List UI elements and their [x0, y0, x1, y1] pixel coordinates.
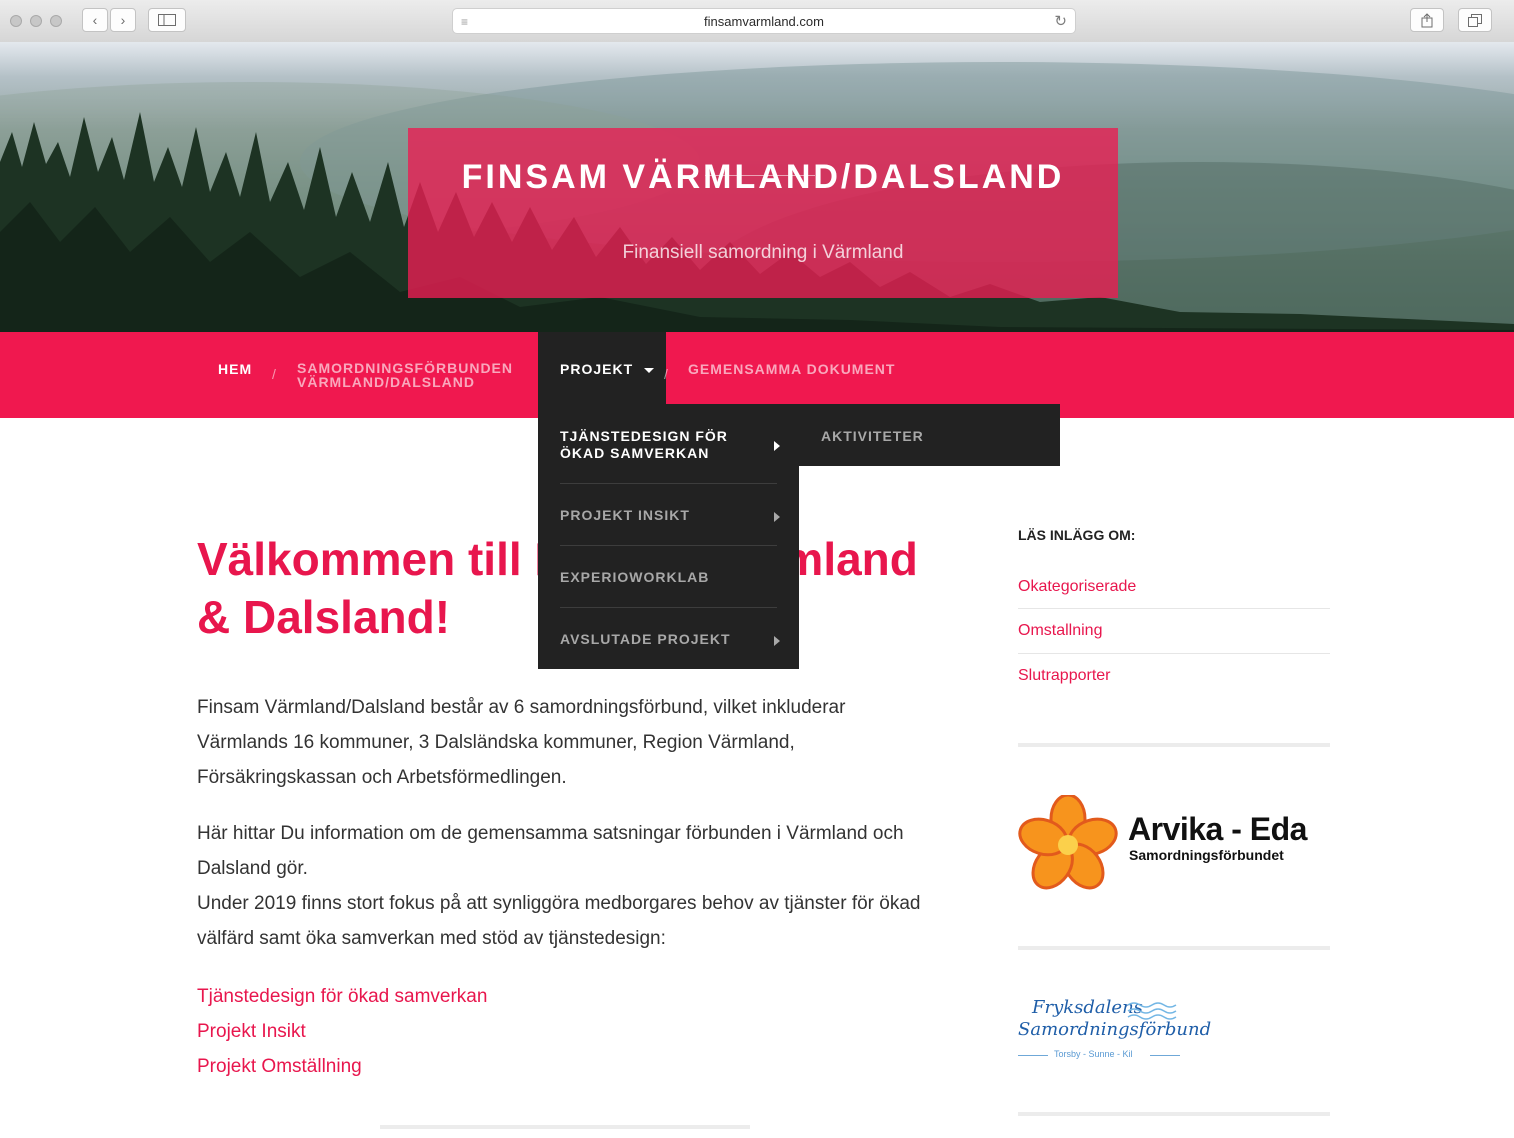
sidebar-section-divider: [1018, 946, 1330, 950]
content-divider: [380, 1125, 750, 1129]
site-tagline: Finansiell samordning i Värmland: [622, 242, 904, 263]
dropdown-item-tjanstedesign[interactable]: TJÄNSTEDESIGN FÖR ÖKAD SAMVERKAN: [560, 428, 777, 462]
sidebar-divider: [1018, 653, 1330, 654]
back-button[interactable]: ‹: [82, 8, 108, 32]
arvika-eda-sub: Samordningsförbundet: [1129, 847, 1284, 863]
nav-item-label: PROJEKT: [560, 361, 634, 377]
arvika-eda-name: Arvika - Eda: [1128, 811, 1307, 847]
tjanstedesign-submenu: AKTIVITETER: [799, 404, 1060, 466]
link-tjanstedesign[interactable]: Tjänstedesign för ökad samverkan: [197, 979, 487, 1014]
fryksdalens-towns-line: [1018, 1055, 1048, 1056]
dropdown-item-label: ÖKAD SAMVERKAN: [560, 445, 710, 461]
nav-item-label: SAMORDNINGSFÖRBUNDEN: [297, 360, 513, 376]
sidebar-divider: [1018, 608, 1330, 609]
fryksdalens-towns: Torsby - Sunne - Kil: [1054, 1049, 1133, 1059]
submenu-item-aktiviteter[interactable]: AKTIVITETER: [821, 428, 1038, 445]
dropdown-item-projekt-insikt[interactable]: PROJEKT INSIKT: [560, 507, 777, 524]
tabs-icon: [1468, 13, 1482, 27]
arvika-eda-logo[interactable]: Arvika - Eda Samordningsförbundet: [1018, 795, 1318, 895]
projekt-dropdown-menu: TJÄNSTEDESIGN FÖR ÖKAD SAMVERKAN PROJEKT…: [538, 404, 799, 669]
nav-item-samordningsforbunden[interactable]: SAMORDNINGSFÖRBUNDEN VÄRMLAND/DALSLAND: [297, 361, 513, 389]
category-link[interactable]: Okategoriserade: [1018, 578, 1136, 596]
intro-paragraph: Finsam Värmland/Dalsland består av 6 sam…: [197, 697, 846, 788]
dropdown-item-label: TJÄNSTEDESIGN FÖR: [560, 428, 728, 444]
info-paragraph: Här hittar Du information om de gemensam…: [197, 823, 904, 879]
fryksdalens-towns-line: [1150, 1055, 1180, 1056]
tabs-button[interactable]: [1458, 8, 1492, 32]
nav-separator: /: [272, 366, 276, 382]
dropdown-divider: [560, 607, 777, 608]
zoom-window-button[interactable]: [50, 15, 62, 27]
address-bar[interactable]: ≡ finsamvarmland.com ↻: [452, 8, 1076, 34]
nav-item-label: VÄRMLAND/DALSLAND: [297, 374, 475, 390]
sidebar-icon: [158, 14, 176, 26]
site-branding: FINSAM VÄRMLAND/DALSLAND Finansiell samo…: [408, 128, 1118, 298]
dropdown-divider: [560, 483, 777, 484]
browser-toolbar: ‹ › ≡ finsamvarmland.com ↻: [0, 0, 1514, 43]
nav-item-hem[interactable]: HEM: [218, 362, 252, 376]
share-button[interactable]: [1410, 8, 1444, 32]
chevron-left-icon: ‹: [92, 12, 98, 28]
nav-item-gemensamma-dokument[interactable]: GEMENSAMMA DOKUMENT: [688, 362, 895, 376]
site-title[interactable]: FINSAM VÄRMLAND/DALSLAND: [408, 158, 1118, 197]
title-divider: [705, 175, 815, 176]
sidebar-toggle-button[interactable]: [148, 8, 186, 32]
close-window-button[interactable]: [10, 15, 22, 27]
category-link[interactable]: Omstallning: [1018, 622, 1102, 640]
sidebar-section-divider: [1018, 1112, 1330, 1116]
caret-down-icon: [644, 367, 655, 373]
dropdown-item-avslutade-projekt[interactable]: AVSLUTADE PROJEKT: [560, 631, 777, 648]
share-icon: [1421, 12, 1433, 27]
dropdown-divider: [560, 545, 777, 546]
category-link[interactable]: Slutrapporter: [1018, 667, 1111, 685]
caret-right-icon: [774, 636, 780, 646]
dropdown-item-experioworklab[interactable]: EXPERIOWORKLAB: [560, 569, 777, 586]
reload-icon[interactable]: ↻: [1054, 12, 1067, 30]
focus-paragraph: Under 2019 finns stort fokus på att synl…: [197, 893, 921, 949]
chevron-right-icon: ›: [120, 12, 126, 28]
fryksdalens-logo[interactable]: Fryksdalens Samordningsförbund Torsby - …: [1018, 995, 1211, 1065]
sidebar-section-divider: [1018, 743, 1330, 747]
fryksdalens-sub: Samordningsförbund: [1018, 1019, 1212, 1040]
sidebar-widget-title: LÄS INLÄGG OM:: [1018, 527, 1136, 543]
nav-item-projekt[interactable]: PROJEKT: [560, 361, 655, 377]
forward-button[interactable]: ›: [110, 8, 136, 32]
link-projekt-insikt[interactable]: Projekt Insikt: [197, 1014, 306, 1049]
link-projekt-omstallning[interactable]: Projekt Omställning: [197, 1049, 362, 1084]
caret-right-icon: [774, 512, 780, 522]
hero-banner: FINSAM VÄRMLAND/DALSLAND Finansiell samo…: [0, 42, 1514, 332]
caret-right-icon: [774, 441, 780, 451]
flower-logo-icon: [1018, 795, 1118, 890]
nav-separator: /: [664, 366, 668, 382]
waves-icon: [1127, 1002, 1177, 1020]
minimize-window-button[interactable]: [30, 15, 42, 27]
url-text: finsamvarmland.com: [704, 14, 824, 29]
